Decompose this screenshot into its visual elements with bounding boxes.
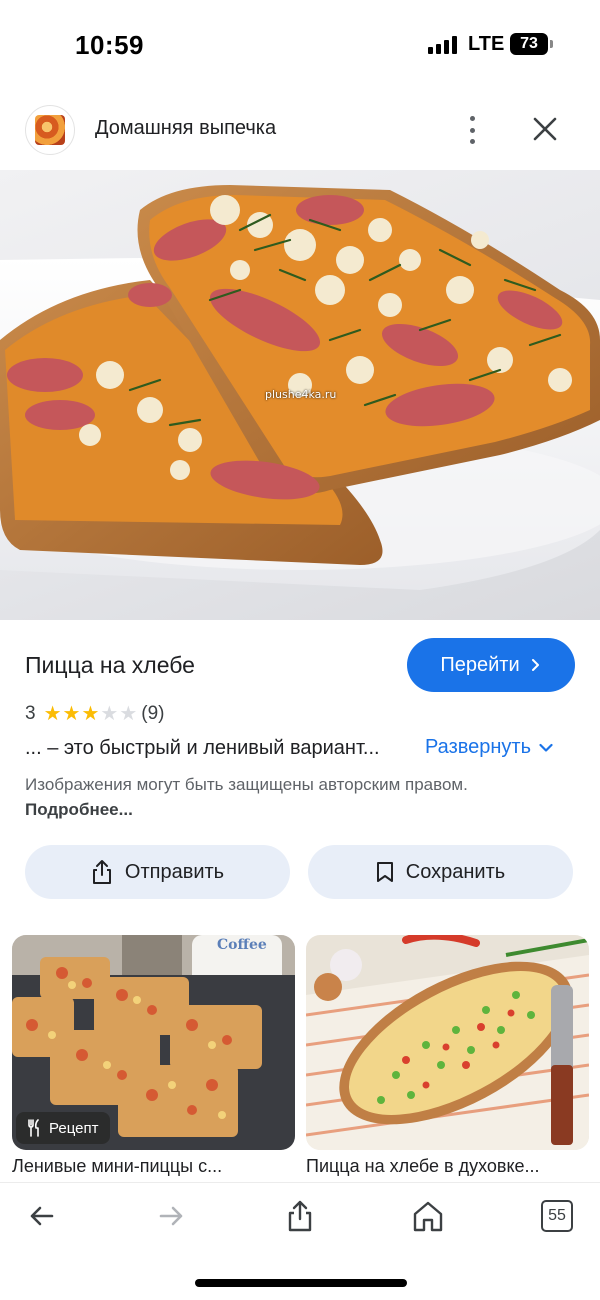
cup-label: Coffee (217, 937, 267, 953)
go-button[interactable]: Перейти (407, 638, 575, 692)
share-label: Отправить (124, 860, 225, 883)
battery-tip (550, 40, 553, 48)
battery-icon: 73 (510, 33, 548, 55)
site-header: Домашняя выпечка (0, 100, 600, 160)
star-empty-icon: ★ (100, 703, 119, 725)
star-filled-icon: ★ (81, 703, 100, 725)
related-image-2 (306, 935, 589, 1150)
copyright-text: Изображения могут быть защищены авторски… (25, 775, 468, 794)
copyright-notice: Изображения могут быть защищены авторски… (25, 772, 495, 822)
rating-stars: ★ ★ ★ ★ ★ (44, 704, 138, 724)
more-vert-icon[interactable] (458, 114, 486, 146)
recipe-badge-label: Рецепт (49, 1119, 99, 1137)
arrow-back-icon[interactable] (24, 1198, 60, 1234)
expand-button[interactable]: Развернуть (425, 736, 553, 759)
rating-value: 3 (25, 703, 36, 724)
image-watermark: plushe4ka.ru (265, 388, 337, 401)
home-indicator[interactable] (195, 1279, 407, 1287)
site-name[interactable]: Домашняя выпечка (95, 117, 276, 140)
network-type: LTE (468, 33, 505, 55)
star-filled-icon: ★ (43, 703, 62, 725)
result-title[interactable]: Пицца на хлебе (25, 652, 195, 679)
save-button[interactable]: Сохранить (308, 845, 573, 899)
star-filled-icon: ★ (62, 703, 81, 725)
related-caption-1[interactable]: Ленивые мини-пиццы с... (12, 1156, 295, 1177)
tabs-count-button[interactable]: 55 (541, 1200, 573, 1232)
hero-image[interactable]: plushe4ka.ru (0, 170, 600, 620)
site-logo-icon[interactable] (25, 105, 75, 155)
site-logo-image (35, 115, 65, 145)
recipe-badge: Рецепт (16, 1112, 111, 1144)
chevron-down-icon (539, 743, 553, 752)
rating-row: 3 ★ ★ ★ ★ ★ (9) (25, 701, 165, 727)
save-label: Сохранить (405, 860, 506, 883)
status-time: 10:59 (75, 30, 144, 60)
arrow-forward-icon[interactable] (153, 1198, 189, 1234)
related-card-2[interactable] (306, 935, 589, 1150)
go-button-label: Перейти (440, 653, 520, 676)
close-icon[interactable] (528, 112, 562, 146)
rating-count: (9) (141, 703, 165, 724)
status-bar: 10:59 LTE 73 (0, 0, 600, 90)
related-caption-2[interactable]: Пицца на хлебе в духовке... (306, 1156, 589, 1177)
share-icon (92, 860, 111, 884)
result-snippet: ... – это быстрый и ленивый вариант... (25, 737, 380, 759)
chevron-right-icon (531, 659, 539, 671)
copyright-more-link[interactable]: Подробнее... (25, 800, 133, 819)
share-button[interactable]: Отправить (25, 845, 290, 899)
star-empty-icon: ★ (119, 703, 138, 725)
home-icon[interactable] (410, 1198, 446, 1234)
restaurant-icon (28, 1119, 39, 1137)
bookmark-icon (376, 862, 393, 882)
signal-strength-icon (428, 36, 458, 54)
expand-label: Развернуть (425, 736, 532, 758)
share-icon[interactable] (282, 1198, 318, 1234)
